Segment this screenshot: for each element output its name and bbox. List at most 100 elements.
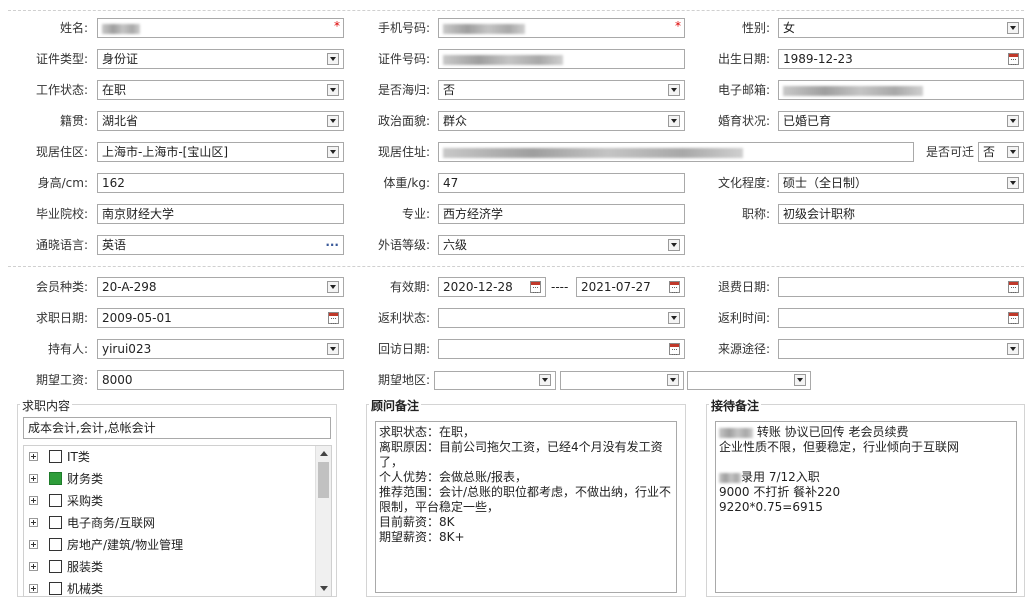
dropdown-arrow-icon[interactable]: [668, 312, 680, 324]
calendar-icon[interactable]: [1008, 53, 1019, 65]
tree-expand-icon[interactable]: [29, 496, 38, 505]
dropdown-arrow-icon[interactable]: [667, 374, 679, 386]
tree-expand-icon[interactable]: [29, 474, 38, 483]
dropdown-arrow-icon[interactable]: [1007, 177, 1019, 189]
tree-item-label[interactable]: 采购类: [67, 490, 103, 512]
dropdown-arrow-icon[interactable]: [1007, 146, 1019, 158]
tree-item-label[interactable]: 财务类: [67, 468, 103, 490]
language-field[interactable]: 英语 ···: [97, 235, 344, 255]
height-field[interactable]: 162: [97, 173, 344, 193]
idtype-select[interactable]: 身份证: [97, 49, 344, 69]
dropdown-arrow-icon[interactable]: [327, 281, 339, 293]
checkbox-icon[interactable]: [49, 494, 62, 507]
native-select[interactable]: 湖北省: [97, 111, 344, 131]
member-type-select[interactable]: 20-A-298: [97, 277, 344, 297]
tree-expand-icon[interactable]: [29, 518, 38, 527]
tree-item-label[interactable]: 服装类: [67, 556, 103, 578]
job-category-tree[interactable]: IT类 财务类 采购类 电子商务/互联网 房地产/建筑/物业管理 服装类 机械类: [23, 445, 332, 597]
scroll-thumb[interactable]: [318, 462, 329, 498]
weight-field[interactable]: 47: [438, 173, 685, 193]
checkbox-icon[interactable]: [49, 538, 62, 551]
tree-item-label[interactable]: IT类: [67, 446, 90, 468]
reception-note-text: 转账 协议已回传 老会员续费: [756, 425, 909, 439]
calendar-icon[interactable]: [1008, 312, 1019, 324]
region-district-select[interactable]: [687, 371, 811, 390]
checkbox-icon[interactable]: [49, 516, 62, 529]
dropdown-arrow-icon[interactable]: [794, 374, 806, 386]
school-field[interactable]: 南京财经大学: [97, 204, 344, 224]
idno-label: 证件号码:: [377, 52, 430, 66]
dropdown-arrow-icon[interactable]: [668, 84, 680, 96]
dropdown-arrow-icon[interactable]: [539, 374, 551, 386]
relocate-select[interactable]: 否: [978, 142, 1024, 162]
refund-date-field[interactable]: [778, 277, 1024, 297]
dropdown-arrow-icon[interactable]: [1007, 343, 1019, 355]
more-dots-icon[interactable]: ···: [325, 238, 339, 252]
calendar-icon[interactable]: [530, 281, 541, 293]
education-select[interactable]: 硕士（全日制）: [778, 173, 1024, 193]
advisor-notes-textarea[interactable]: 求职状态：在职， 离职原因：目前公司拖欠工资，已经4个月没有发工资了， 个人优势…: [375, 421, 677, 593]
residence-label: 现居住区:: [35, 145, 88, 159]
gender-select[interactable]: 女: [778, 18, 1024, 38]
valid-to-field[interactable]: 2021-07-27: [576, 277, 685, 297]
jobdate-field[interactable]: 2009-05-01: [97, 308, 344, 328]
tree-expand-icon[interactable]: [29, 540, 38, 549]
tree-expand-icon[interactable]: [29, 562, 38, 571]
dropdown-arrow-icon[interactable]: [327, 115, 339, 127]
tree-item-label[interactable]: 机械类: [67, 578, 103, 596]
email-field[interactable]: [778, 80, 1024, 100]
residence-select[interactable]: 上海市-上海市-[宝山区]: [97, 142, 344, 162]
political-select[interactable]: 群众: [438, 111, 685, 131]
tree-item-label[interactable]: 房地产/建筑/物业管理: [67, 534, 183, 556]
job-content-summary-field[interactable]: 成本会计,会计,总帐会计: [23, 417, 331, 439]
calendar-icon[interactable]: [669, 281, 680, 293]
revisit-date-field[interactable]: [438, 339, 685, 359]
tree-expand-icon[interactable]: [29, 584, 38, 593]
dropdown-arrow-icon[interactable]: [327, 84, 339, 96]
relocate-label: 是否可迁: [925, 145, 974, 159]
dropdown-arrow-icon[interactable]: [327, 343, 339, 355]
dropdown-arrow-icon[interactable]: [1007, 22, 1019, 34]
langlevel-select[interactable]: 六级: [438, 235, 685, 255]
checkbox-icon[interactable]: [49, 582, 62, 595]
scroll-down-icon[interactable]: [320, 586, 328, 591]
marital-select[interactable]: 已婚已育: [778, 111, 1024, 131]
dropdown-arrow-icon[interactable]: [1007, 115, 1019, 127]
dropdown-arrow-icon[interactable]: [327, 53, 339, 65]
redacted-phone: [443, 23, 525, 34]
calendar-icon[interactable]: [328, 312, 339, 324]
dropdown-arrow-icon[interactable]: [327, 146, 339, 158]
checkbox-icon[interactable]: [49, 450, 62, 463]
region-province-select[interactable]: [434, 371, 556, 390]
marital-value: 已婚已育: [783, 114, 832, 128]
checkbox-icon[interactable]: [49, 560, 62, 573]
major-field[interactable]: 西方经济学: [438, 204, 685, 224]
tree-scrollbar[interactable]: [315, 446, 331, 596]
calendar-icon[interactable]: [1008, 281, 1019, 293]
title-field[interactable]: 初级会计职称: [778, 204, 1024, 224]
reception-notes-textarea[interactable]: 转账 协议已回传 老会员续费 企业性质不限，但要稳定，行业倾向于互联网 录用 7…: [715, 421, 1017, 593]
rebate-time-field[interactable]: [778, 308, 1024, 328]
address-field[interactable]: [438, 142, 914, 162]
rebate-status-select[interactable]: [438, 308, 685, 328]
name-field[interactable]: *: [97, 18, 344, 38]
scroll-up-icon[interactable]: [320, 451, 328, 456]
redacted-address: [443, 147, 743, 158]
region-city-select[interactable]: [560, 371, 684, 390]
tree-expand-icon[interactable]: [29, 452, 38, 461]
dropdown-arrow-icon[interactable]: [668, 239, 680, 251]
salary-field[interactable]: 8000: [97, 370, 344, 390]
calendar-icon[interactable]: [669, 343, 680, 355]
idno-field[interactable]: [438, 49, 685, 69]
dropdown-arrow-icon[interactable]: [668, 115, 680, 127]
phone-field[interactable]: *: [438, 18, 685, 38]
returnee-select[interactable]: 否: [438, 80, 685, 100]
checkbox-icon[interactable]: [49, 472, 62, 485]
address-label: 现居住址:: [377, 145, 430, 159]
workstatus-select[interactable]: 在职: [97, 80, 344, 100]
source-select[interactable]: [778, 339, 1024, 359]
valid-from-field[interactable]: 2020-12-28: [438, 277, 546, 297]
holder-select[interactable]: yirui023: [97, 339, 344, 359]
birth-date-field[interactable]: 1989-12-23: [778, 49, 1024, 69]
tree-item-label[interactable]: 电子商务/互联网: [67, 512, 155, 534]
